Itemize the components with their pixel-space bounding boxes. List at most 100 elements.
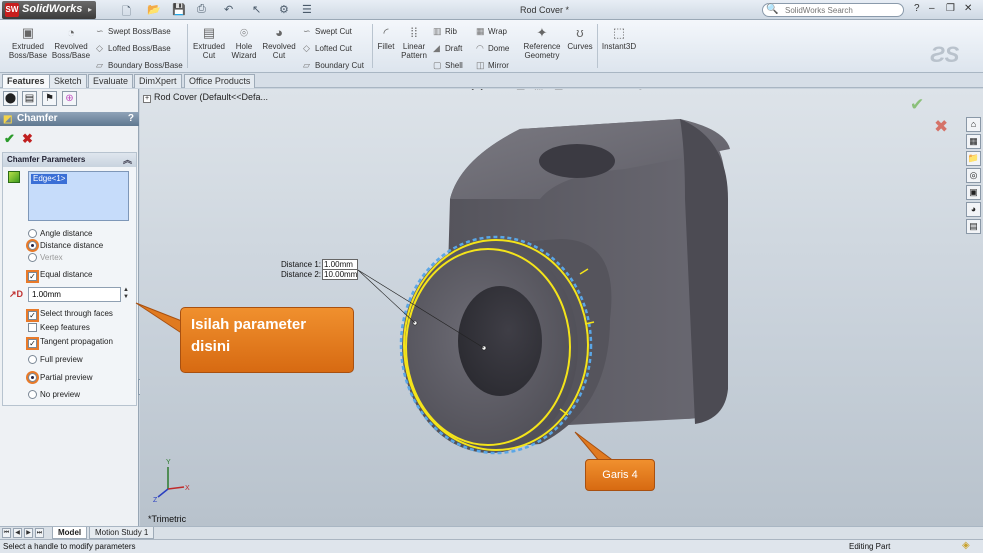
select-icon[interactable]: ↖ [252, 3, 261, 16]
swept-boss-button[interactable]: ∽ Swept Boss/Base [96, 26, 171, 37]
full-preview-radio[interactable]: Full preview [28, 355, 83, 365]
ok-button[interactable]: ✔ [4, 131, 15, 147]
rebuild-status-icon[interactable]: ◈ [962, 540, 970, 551]
shell-button[interactable]: ▢ Shell [433, 60, 463, 71]
search-results-icon[interactable]: ◎ [966, 168, 981, 183]
display-style-icon[interactable]: ◰ [554, 89, 563, 91]
select-through-faces-checkbox[interactable]: ✓ Select through faces [28, 309, 113, 320]
tab-evaluate[interactable]: Evaluate [88, 74, 134, 88]
partial-preview-radio[interactable]: Partial preview [28, 373, 92, 383]
appearances-icon[interactable]: ◕ [966, 202, 981, 217]
scene-icon[interactable]: ◕ [614, 89, 620, 91]
tab-features[interactable]: Features [2, 74, 50, 88]
dimension-distance-2[interactable]: Distance 2: 10.00mm [281, 269, 358, 280]
rib-button[interactable]: ▥ Rib [433, 26, 457, 37]
group-title[interactable]: Chamfer Parameters ︽ [3, 153, 136, 167]
vertex-radio[interactable]: Vertex [28, 253, 63, 263]
dome-button[interactable]: ◠ Dome [476, 43, 509, 54]
extruded-cut-button[interactable]: ▤ Extruded Cut [190, 26, 228, 61]
boundary-boss-button[interactable]: ▱ Boundary Boss/Base [96, 60, 183, 71]
confirm-ok-icon[interactable]: ✔ [910, 95, 924, 115]
lofted-boss-button[interactable]: ◇ Lofted Boss/Base [96, 43, 171, 54]
linear-pattern-button[interactable]: ⁞⁞ Linear Pattern [398, 26, 430, 61]
open-document-icon[interactable]: 📂 [147, 3, 161, 16]
close-icon[interactable]: ✕ [964, 3, 972, 14]
resources-icon[interactable]: ⌂ [966, 117, 981, 132]
view-orientation-icon[interactable]: ⬚ [534, 89, 543, 91]
property-manager-tab-icon[interactable]: ▤ [22, 91, 37, 106]
tab-office-products[interactable]: Office Products [184, 74, 256, 88]
viewport-minimize-icon[interactable]: – [910, 89, 916, 92]
view-palette-icon[interactable]: ▣ [966, 185, 981, 200]
list-item[interactable]: Edge<1> [31, 174, 68, 184]
help-icon[interactable]: ? [128, 112, 134, 126]
design-library-icon[interactable]: ▦ [966, 134, 981, 149]
boundary-cut-button[interactable]: ▱ Boundary Cut [303, 60, 364, 71]
distance-input[interactable] [28, 287, 121, 302]
reference-geometry-button[interactable]: ✦ Reference Geometry [520, 26, 564, 61]
first-tab-icon[interactable]: ⏮ [2, 528, 11, 538]
configuration-tab-icon[interactable]: ⚑ [42, 91, 57, 106]
edge-selection-list[interactable]: Edge<1> [28, 171, 129, 221]
task-pane: ⌂ ▦ 📁 ◎ ▣ ◕ ▤ [966, 117, 982, 236]
distance-distance-radio[interactable]: Distance distance [28, 241, 103, 251]
view-settings-icon[interactable]: ◉ [636, 89, 645, 91]
extruded-boss-button[interactable]: ▣ Extruded Boss/Base [6, 26, 50, 61]
tab-motion-study-1[interactable]: Motion Study 1 [89, 527, 155, 539]
minimize-icon[interactable]: – [929, 3, 935, 14]
feature-tree-root[interactable]: + Rod Cover (Default<<Defa... [143, 92, 268, 103]
zoom-area-icon[interactable]: 🔎 [480, 89, 492, 91]
edit-appearance-icon[interactable]: ● [598, 89, 604, 91]
tab-dimxpert[interactable]: DimXpert [134, 74, 182, 88]
wrap-button[interactable]: ▦ Wrap [476, 26, 507, 37]
next-tab-icon[interactable]: ▶ [24, 528, 33, 538]
instant3d-button[interactable]: ⬚ Instant3D [598, 26, 640, 52]
fillet-button[interactable]: ◜ Fillet [374, 26, 398, 52]
draft-button[interactable]: ◢ Draft [433, 43, 462, 54]
equal-distance-checkbox[interactable]: ✓ Equal distance [28, 270, 92, 281]
angle-distance-radio[interactable]: Angle distance [28, 229, 92, 239]
confirm-cancel-icon[interactable]: ✖ [934, 117, 948, 137]
feature-tree-tab-icon[interactable]: ⬤ [3, 91, 18, 106]
expand-icon[interactable]: + [143, 95, 151, 103]
revolved-cut-button[interactable]: ◕ Revolved Cut [260, 26, 298, 61]
save-icon[interactable]: 💾 [172, 3, 186, 16]
rebuild-icon[interactable]: ⚙ [279, 3, 289, 16]
last-tab-icon[interactable]: ⏭ [35, 528, 44, 538]
viewport-maximize-icon[interactable]: ▭ [944, 89, 953, 92]
search-box[interactable]: 🔍 [762, 3, 904, 17]
curves-button[interactable]: ʊ Curves [564, 26, 596, 52]
revolved-boss-button[interactable]: ◔ Revolved Boss/Base [50, 26, 92, 61]
viewport-close-icon[interactable]: ✕ [962, 89, 970, 92]
tangent-propagation-checkbox[interactable]: ✓ Tangent propagation [28, 337, 113, 348]
view-triad[interactable]: Y X Z [153, 459, 190, 504]
no-preview-radio[interactable]: No preview [28, 390, 80, 400]
zoom-to-fit-icon[interactable]: 🔍 [462, 89, 474, 91]
swept-cut-button[interactable]: ∽ Swept Cut [303, 26, 352, 37]
help-menu-icon[interactable]: ? [914, 3, 920, 14]
viewport-restore-icon[interactable]: ❐ [926, 89, 935, 92]
search-input[interactable] [785, 5, 900, 16]
mirror-button[interactable]: ◫ Mirror [476, 60, 509, 71]
cancel-button[interactable]: ✖ [22, 131, 33, 147]
hide-show-icon[interactable]: ◌ [576, 89, 582, 91]
tab-sketch[interactable]: Sketch [49, 74, 87, 88]
custom-properties-icon[interactable]: ▤ [966, 219, 981, 234]
keep-features-checkbox[interactable]: Keep features [28, 323, 90, 333]
prev-tab-icon[interactable]: ◀ [13, 528, 22, 538]
previous-view-icon[interactable]: ↺ [498, 89, 506, 91]
distance-stepper[interactable]: ▲ ▼ [123, 287, 131, 301]
tab-model[interactable]: Model [52, 527, 88, 539]
undo-icon[interactable]: ↶ [224, 3, 233, 16]
print-icon[interactable]: ⎙ [197, 3, 206, 16]
view-orientation-label: *Trimetric [148, 514, 187, 524]
section-view-icon[interactable]: ◧ [516, 89, 525, 91]
restore-icon[interactable]: ❐ [946, 3, 955, 14]
collapse-icon[interactable]: ︽ [123, 153, 132, 167]
hole-wizard-button[interactable]: ⌾ Hole Wizard [228, 26, 260, 61]
options-icon[interactable]: ☰ [302, 3, 312, 16]
dimxpert-tab-icon[interactable]: ⊕ [62, 91, 77, 106]
file-explorer-icon[interactable]: 📁 [966, 151, 981, 166]
lofted-cut-button[interactable]: ◇ Lofted Cut [303, 43, 352, 54]
solidworks-menu-button[interactable]: SW SolidWorks ▸ [2, 1, 96, 19]
